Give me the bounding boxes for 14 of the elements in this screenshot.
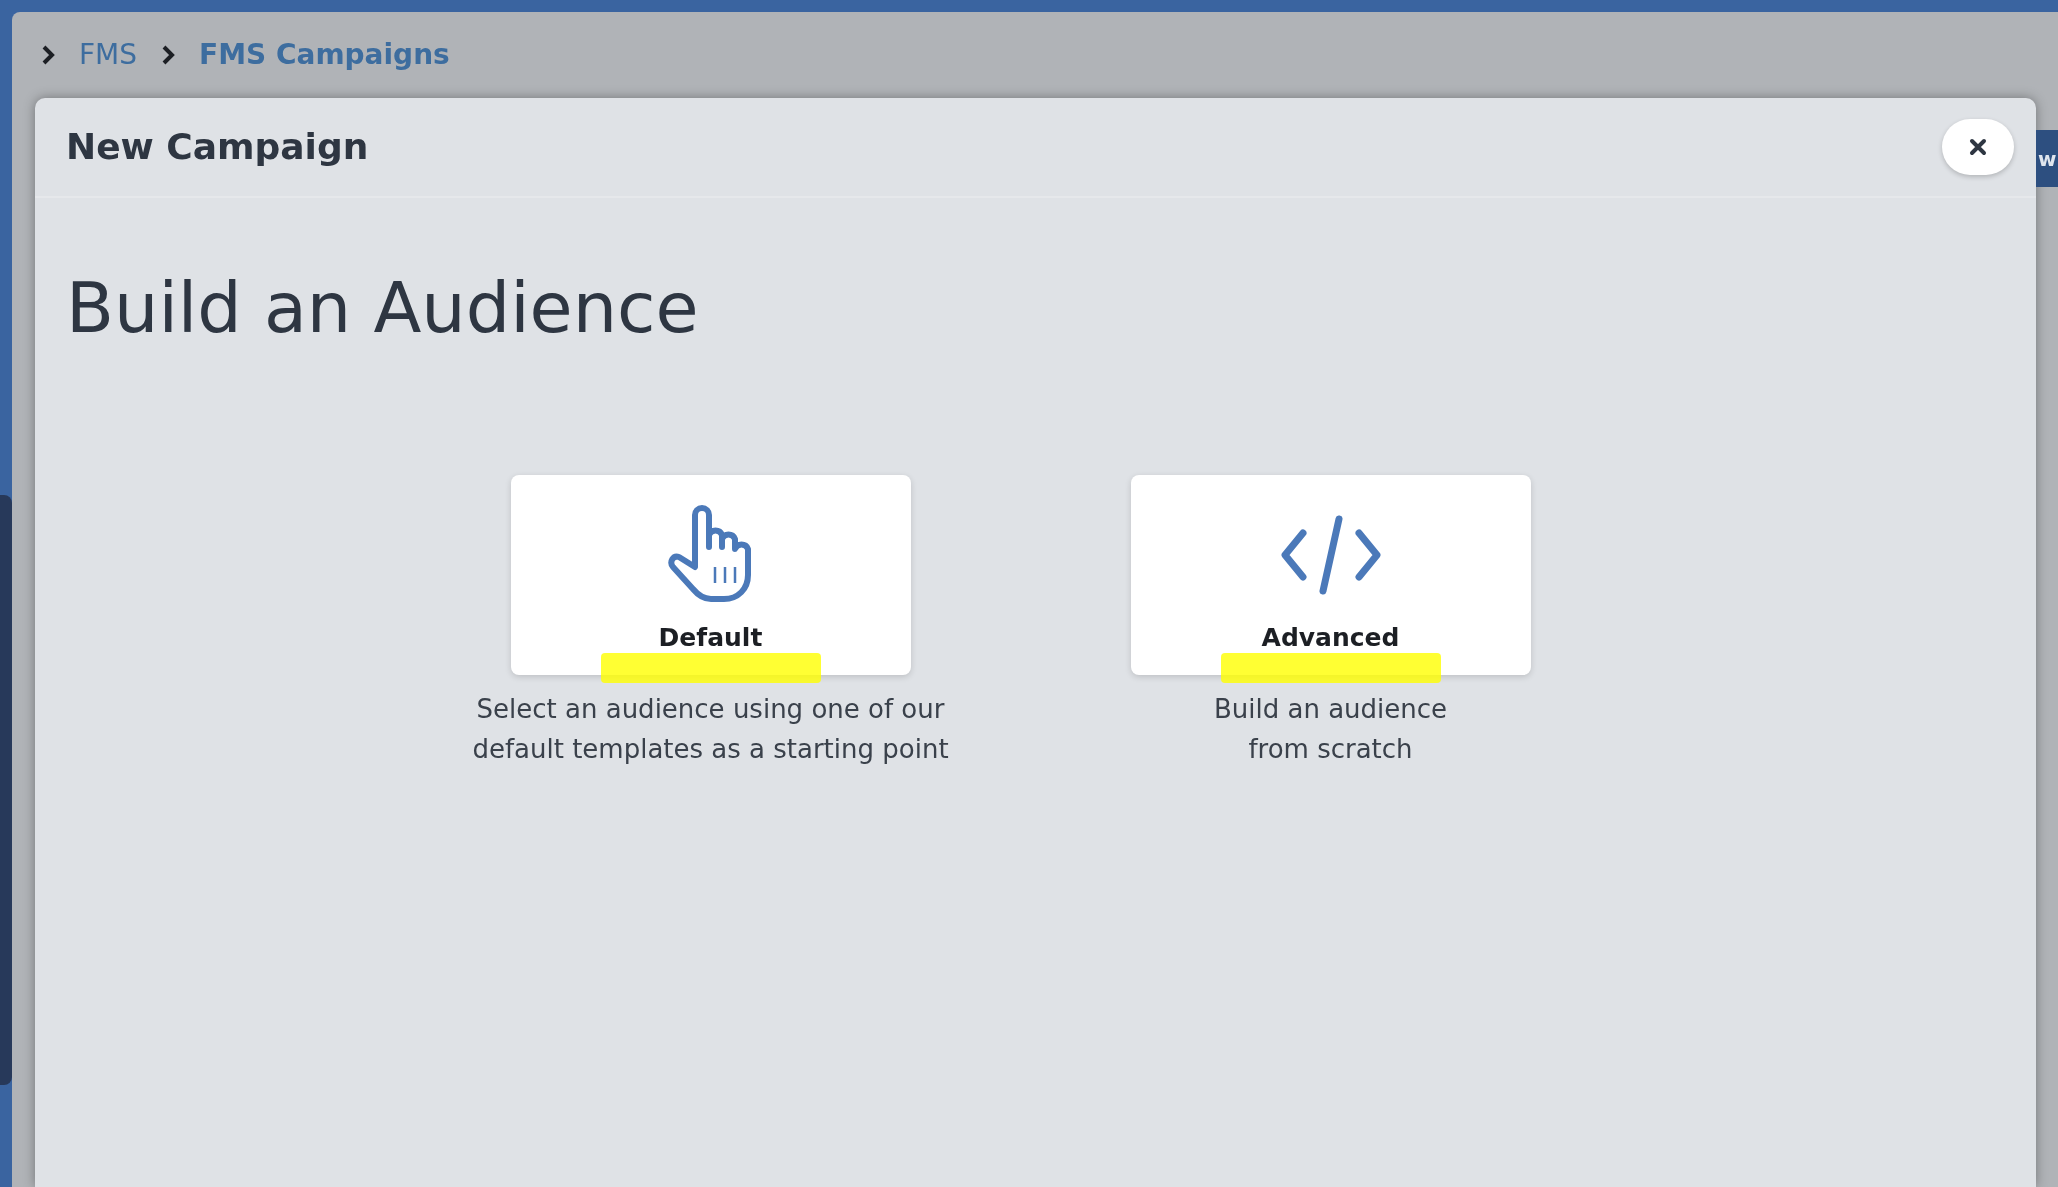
modal-title: New Campaign [66,125,369,169]
header-button[interactable]: w [2036,130,2058,187]
chevron-icon [41,44,55,66]
option-label: Advanced [1261,622,1400,654]
option-description: Build an audience from scratch [1212,693,1449,766]
close-icon [1969,138,1987,156]
option-card[interactable]: Advanced [1130,475,1531,675]
chevron-icon [161,44,176,66]
option-label: Default [658,622,763,654]
option-description: Select an audience using one of our default templates as a starting point [471,693,950,766]
option-card[interactable]: Default [510,475,911,675]
close-button[interactable] [1942,119,2014,175]
page-heading: Build an Audience [66,266,700,350]
code-icon [1280,515,1381,595]
